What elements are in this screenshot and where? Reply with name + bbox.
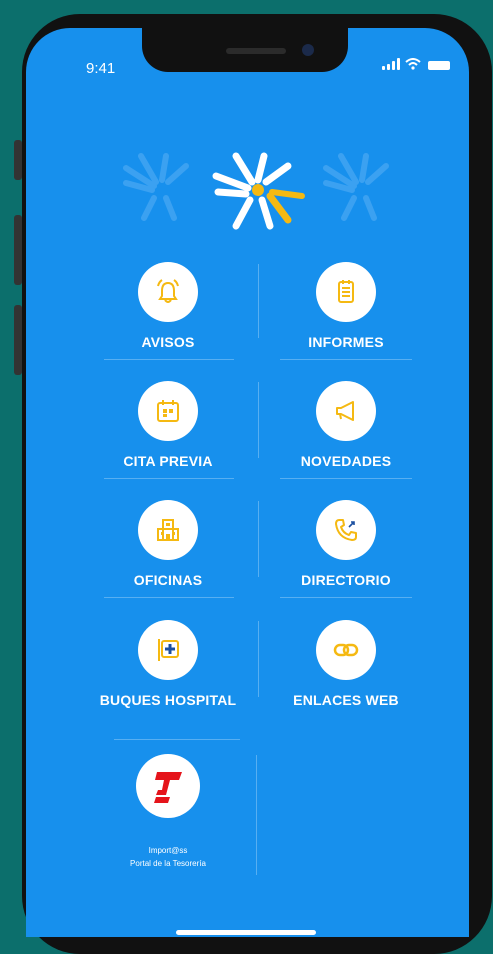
menu-item-enlaces-web[interactable]: ENLACES WEB <box>271 620 421 708</box>
divider <box>258 264 259 338</box>
home-indicator[interactable] <box>176 930 316 935</box>
menu-label: NOVEDADES <box>300 453 392 469</box>
menu-label: BUQUES HOSPITAL <box>99 692 237 708</box>
volume-down-button <box>14 305 22 375</box>
divider <box>280 359 412 360</box>
divider <box>280 478 412 479</box>
bell-icon <box>138 262 198 322</box>
volume-up-button <box>14 215 22 285</box>
speaker <box>226 48 286 54</box>
divider <box>104 597 234 598</box>
signal-icon <box>382 58 400 70</box>
importass-title: Import@ss <box>148 846 188 855</box>
menu-label: CITA PREVIA <box>123 453 213 469</box>
building-icon <box>138 500 198 560</box>
importass-link[interactable]: Import@ss Portal de la Tesorería <box>93 754 243 870</box>
menu-item-oficinas[interactable]: OFICINAS <box>93 500 243 588</box>
divider <box>258 501 259 577</box>
menu-item-avisos[interactable]: AVISOS <box>93 262 243 350</box>
menu-label: ENLACES WEB <box>293 692 399 708</box>
importass-subtitle: Portal de la Tesorería <box>130 859 206 868</box>
megaphone-icon <box>316 381 376 441</box>
divider <box>104 359 234 360</box>
divider <box>280 597 412 598</box>
importass-logo <box>136 754 200 818</box>
document-icon <box>316 262 376 322</box>
status-time: 9:41 <box>86 60 116 77</box>
app-logo <box>123 152 389 230</box>
calendar-icon <box>138 381 198 441</box>
front-camera <box>302 44 314 56</box>
menu-item-buques-hospital[interactable]: BUQUES HOSPITAL <box>93 620 243 708</box>
hospital-flag-icon <box>138 620 198 680</box>
phone-icon <box>316 500 376 560</box>
link-icon <box>316 620 376 680</box>
menu-item-cita-previa[interactable]: CITA PREVIA <box>93 381 243 469</box>
menu-item-informes[interactable]: INFORMES <box>271 262 421 350</box>
divider <box>104 478 234 479</box>
app-screen: 9:41 AVISOS INFORMES CITA PREVIA NOVEDAD… <box>26 28 469 937</box>
divider <box>258 621 259 697</box>
wifi-icon <box>405 58 421 70</box>
mute-switch <box>14 140 22 180</box>
menu-item-novedades[interactable]: NOVEDADES <box>271 381 421 469</box>
logo-area <box>26 138 469 238</box>
menu-label: AVISOS <box>141 334 195 350</box>
divider <box>114 739 240 740</box>
status-icons <box>382 58 450 70</box>
menu-label: OFICINAS <box>133 572 203 588</box>
divider <box>258 382 259 458</box>
menu-label: DIRECTORIO <box>301 572 391 588</box>
divider <box>256 755 257 875</box>
menu-label: INFORMES <box>308 334 384 350</box>
battery-icon <box>428 61 450 70</box>
menu-item-directorio[interactable]: DIRECTORIO <box>271 500 421 588</box>
notch <box>142 28 348 72</box>
